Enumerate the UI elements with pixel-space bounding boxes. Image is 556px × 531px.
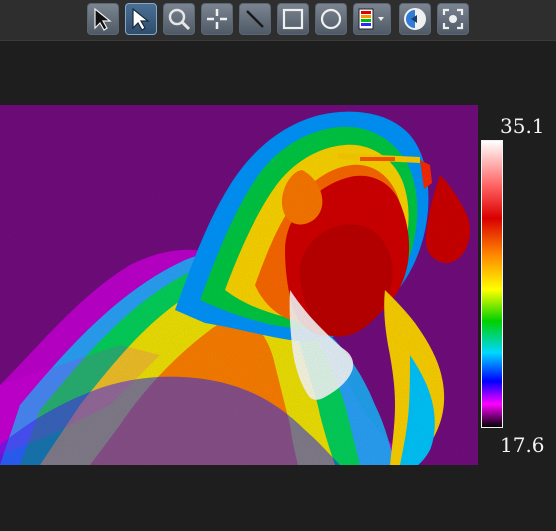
zoom-tool-button[interactable]	[163, 3, 195, 35]
crosshair-icon	[207, 9, 227, 29]
rectangle-icon	[282, 8, 304, 30]
focus-icon	[442, 8, 464, 30]
toggle-tool-button[interactable]	[399, 3, 431, 35]
temperature-max-label: 35.1	[500, 114, 545, 138]
select-arrow-tool-active-button[interactable]	[125, 3, 157, 35]
temperature-min-label: 17.6	[500, 433, 545, 457]
arrow-cursor-icon	[132, 7, 150, 31]
toolbar	[0, 0, 556, 41]
crosshair-tool-button[interactable]	[201, 3, 233, 35]
half-circle-icon	[404, 8, 426, 30]
fit-tool-button[interactable]	[437, 3, 469, 35]
circle-tool-button[interactable]	[315, 3, 347, 35]
arrow-cursor-icon	[94, 7, 112, 31]
line-tool-button[interactable]	[239, 3, 271, 35]
circle-icon	[320, 8, 342, 30]
thermal-profile-image	[0, 105, 478, 465]
rectangle-tool-button[interactable]	[277, 3, 309, 35]
chevron-down-icon	[378, 17, 384, 21]
palette-dropdown-button[interactable]	[353, 3, 391, 35]
line-icon	[246, 10, 264, 28]
magnifier-icon	[168, 8, 191, 31]
thermal-image[interactable]	[0, 105, 478, 465]
select-arrow-tool-button[interactable]	[87, 3, 119, 35]
temperature-colorbar	[481, 140, 503, 428]
palette-icon	[358, 8, 384, 30]
